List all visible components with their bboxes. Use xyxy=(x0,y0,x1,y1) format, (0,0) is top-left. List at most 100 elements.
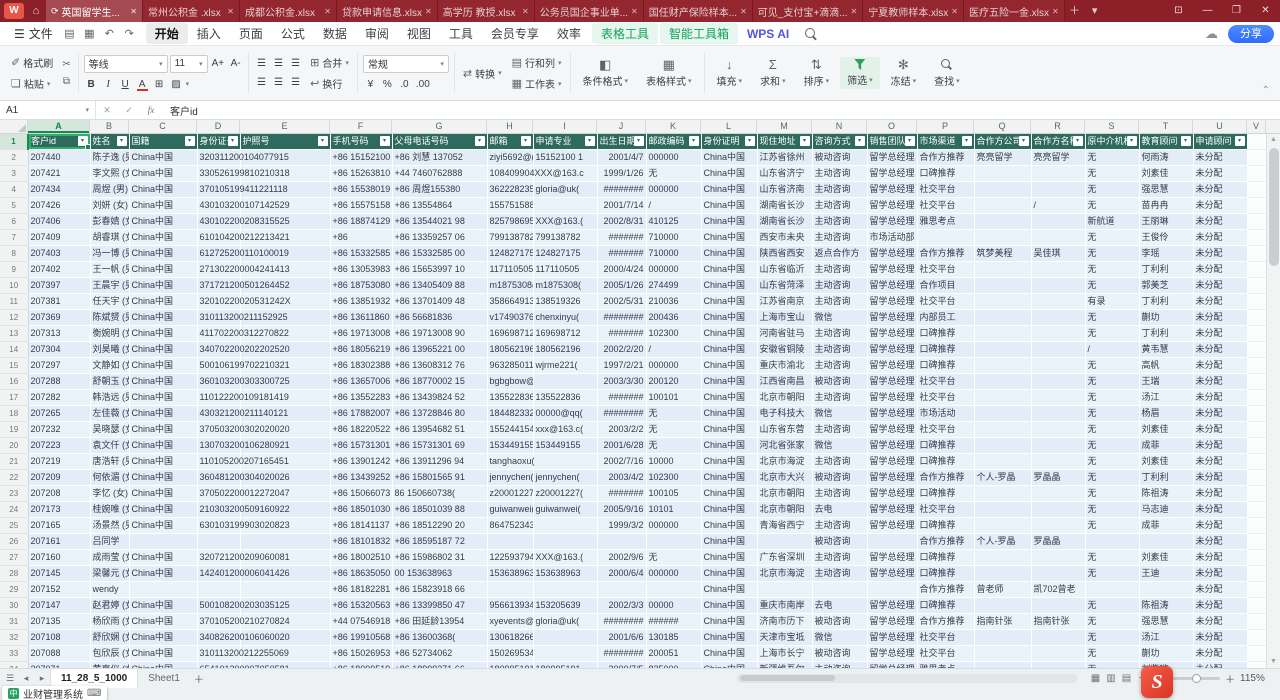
file-tab[interactable]: 医疗五险一金.xlsx✕ xyxy=(964,0,1065,22)
cell[interactable]: 留学总经理 xyxy=(867,198,917,214)
row-number[interactable]: 27 xyxy=(0,550,28,566)
cell[interactable]: 32010220020531242X xyxy=(197,294,240,310)
cell[interactable]: 612725200110100019 xyxy=(197,246,240,262)
cell[interactable]: chenxinyu( xyxy=(533,310,597,326)
cell[interactable]: 无 xyxy=(646,550,701,566)
type-convert-button[interactable]: ⇄ 转换 ▾ xyxy=(460,65,505,82)
cell[interactable]: 无 xyxy=(646,422,701,438)
column-filter-header[interactable]: 邮箱▾ xyxy=(487,134,533,150)
cell[interactable]: 100105 xyxy=(646,486,701,502)
cell[interactable]: China中国 xyxy=(129,310,197,326)
cell[interactable]: 122593794 xyxy=(487,550,533,566)
row-number[interactable]: 12 xyxy=(0,310,28,326)
underline-button[interactable]: U xyxy=(118,77,133,92)
cell[interactable]: 北京市朝阳 xyxy=(757,486,812,502)
cell[interactable]: +86 13600368( xyxy=(392,630,487,646)
paste-button[interactable]: ❏ 粘贴 ▾ xyxy=(8,75,56,92)
cell[interactable]: +86 15575158 xyxy=(330,198,392,214)
cell[interactable]: 153449155 xyxy=(533,438,597,454)
cell[interactable]: 主动咨询 xyxy=(812,454,867,470)
cell[interactable]: 无 xyxy=(1085,262,1139,278)
cell[interactable]: 留学总经理 xyxy=(867,150,917,166)
cell[interactable]: 口碑推荐 xyxy=(917,438,974,454)
restore-button[interactable]: ❐ xyxy=(1222,0,1251,22)
cell[interactable]: 未分配 xyxy=(1193,230,1247,246)
cell[interactable]: 207406 xyxy=(28,214,90,230)
cell[interactable]: 曾老师 xyxy=(974,582,1031,598)
cell[interactable]: 主动咨询 xyxy=(812,486,867,502)
cell[interactable]: 被动咨询 xyxy=(812,150,867,166)
cell[interactable]: +44 7460762888 xyxy=(392,166,487,182)
cell[interactable]: jennychen( xyxy=(487,470,533,486)
cell[interactable]: 韩浩远 (男 xyxy=(90,390,129,406)
cell[interactable]: 000000 xyxy=(646,358,701,374)
cell[interactable]: 未分配 xyxy=(1193,358,1247,374)
cell[interactable]: 青海省西宁 xyxy=(757,518,812,534)
cell[interactable] xyxy=(1031,262,1085,278)
cell[interactable]: 被动咨询 xyxy=(812,614,867,630)
cell[interactable] xyxy=(1031,294,1085,310)
cell[interactable]: China中国 xyxy=(129,246,197,262)
horizontal-scrollbar-thumb[interactable] xyxy=(740,675,835,681)
print-icon[interactable]: ▦ xyxy=(83,27,96,40)
ime-toolbar[interactable]: 中 业财管理系统 ⌨ xyxy=(2,686,107,700)
cell[interactable] xyxy=(197,582,240,598)
cell[interactable] xyxy=(974,374,1031,390)
cell[interactable]: 微信 xyxy=(812,406,867,422)
cell[interactable] xyxy=(917,230,974,246)
cell[interactable]: China中国 xyxy=(129,230,197,246)
column-filter-header[interactable]: 护照号▾ xyxy=(240,134,330,150)
align-left-icon[interactable]: ☰ xyxy=(254,75,269,90)
cell[interactable]: 丁利利 xyxy=(1139,470,1193,486)
file-tab[interactable]: 贷款申请信息.xlsx✕ xyxy=(337,0,438,22)
cell[interactable]: +86 周煜155380 xyxy=(392,182,487,198)
home-icon[interactable]: ⌂ xyxy=(26,0,46,22)
cell[interactable]: 430102200208315525 xyxy=(197,214,240,230)
filter-dropdown-icon[interactable]: ▾ xyxy=(905,136,915,146)
cell[interactable]: 社交平台 xyxy=(917,182,974,198)
cell[interactable]: 刘昊曦 (女 xyxy=(90,342,129,358)
scroll-up-icon[interactable]: ▲ xyxy=(1267,134,1280,146)
cell[interactable]: China中国 xyxy=(129,502,197,518)
cell[interactable]: +86 19910568 xyxy=(330,630,392,646)
cell[interactable] xyxy=(1031,326,1085,342)
filter-dropdown-icon[interactable]: ▾ xyxy=(380,136,390,146)
column-filter-header[interactable]: 姓名▾ xyxy=(90,134,129,150)
cell[interactable]: 207288 xyxy=(28,374,90,390)
cell[interactable]: 411702200312270822 xyxy=(197,326,240,342)
cell[interactable]: 留学总经理 xyxy=(867,326,917,342)
cell[interactable]: 个人-罗晶 xyxy=(974,470,1031,486)
cell[interactable]: 未分配 xyxy=(1193,374,1247,390)
menu-tab-视图[interactable]: 视图 xyxy=(398,23,440,44)
cell[interactable]: +86 18512290 20 xyxy=(392,518,487,534)
cell[interactable]: China中国 xyxy=(129,422,197,438)
cell[interactable]: 未分配 xyxy=(1193,566,1247,582)
cell[interactable]: +86 19713008 xyxy=(330,326,392,342)
cell[interactable]: 未分配 xyxy=(1193,294,1247,310)
cell[interactable] xyxy=(812,582,867,598)
cell[interactable]: 被动咨询 xyxy=(812,470,867,486)
cell[interactable]: 留学总经理 xyxy=(867,598,917,614)
cell[interactable]: 陈斌赟 (男 xyxy=(90,310,129,326)
cell[interactable]: 150269534 xyxy=(487,646,533,662)
zoom-slider-knob[interactable] xyxy=(1192,674,1201,683)
cell[interactable]: 370503200302020020 xyxy=(197,422,240,438)
cell[interactable]: 207165 xyxy=(28,518,90,534)
cell[interactable] xyxy=(1031,374,1085,390)
cell[interactable]: XXX@163.( xyxy=(533,214,597,230)
cell[interactable]: 刘素佳 xyxy=(1139,550,1193,566)
column-filter-header[interactable]: 合作方名称▾ xyxy=(1031,134,1085,150)
row-number[interactable]: 1 xyxy=(0,134,28,150)
cell[interactable]: China中国 xyxy=(129,454,197,470)
cell[interactable]: 未分配 xyxy=(1193,406,1247,422)
cell[interactable] xyxy=(974,294,1031,310)
cell[interactable]: 102300 xyxy=(646,470,701,486)
column-filter-header[interactable]: 身份证明▾ xyxy=(701,134,757,150)
cell[interactable]: 无 xyxy=(646,406,701,422)
cell[interactable]: 陈祖涛 xyxy=(1139,486,1193,502)
cell[interactable]: China中国 xyxy=(129,518,197,534)
cell[interactable]: 2005/9/16 xyxy=(597,502,646,518)
cell[interactable]: China中国 xyxy=(129,614,197,630)
column-header-G[interactable]: G xyxy=(392,120,487,133)
cell[interactable] xyxy=(1031,214,1085,230)
